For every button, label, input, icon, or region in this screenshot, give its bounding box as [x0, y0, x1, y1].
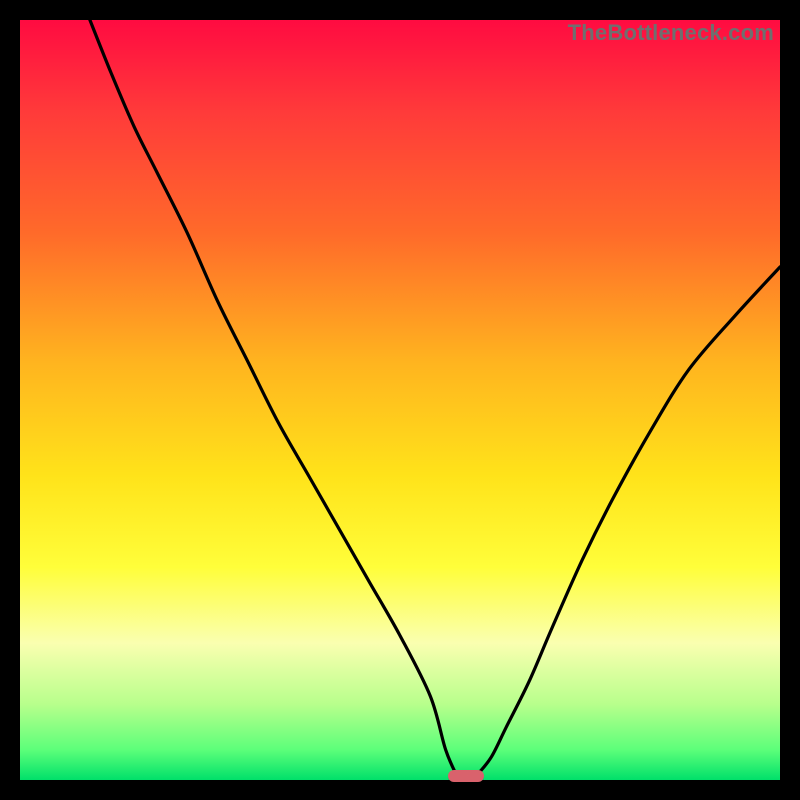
plot-area: TheBottleneck.com	[20, 20, 780, 780]
curve-right-path	[476, 267, 780, 776]
curve-left-path	[90, 20, 457, 776]
chart-frame: TheBottleneck.com	[0, 0, 800, 800]
bottleneck-curve	[20, 20, 780, 780]
vertex-marker	[448, 770, 484, 782]
